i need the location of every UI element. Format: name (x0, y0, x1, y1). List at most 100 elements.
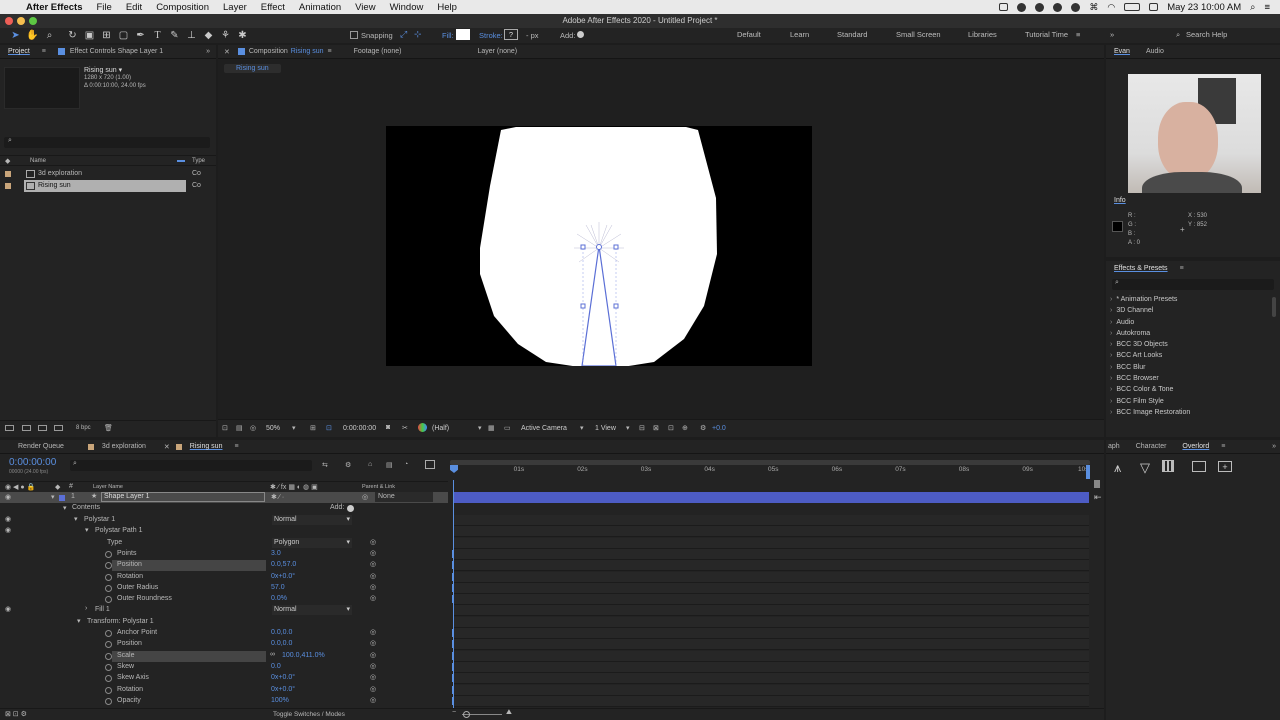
effect-category[interactable]: BCC Image Restoration (1106, 407, 1272, 418)
wifi-icon[interactable]: ◠ (1107, 2, 1115, 13)
creative-cloud-icon[interactable] (1035, 2, 1045, 12)
type-tool-icon[interactable]: T (150, 29, 165, 42)
timeline-property-row[interactable] (453, 571, 1089, 583)
work-area-end-marker[interactable] (1086, 465, 1090, 479)
property-value[interactable]: 57.0 (271, 584, 285, 591)
tab-layer[interactable]: Layer (none) (469, 48, 525, 55)
project-item-selected[interactable]: Rising sun Co (0, 180, 216, 192)
search-help-input[interactable]: Search Help (1186, 30, 1227, 39)
screen-icon[interactable] (999, 3, 1009, 11)
camera-tool-icon[interactable]: ▣ (82, 29, 97, 42)
reset-exposure-icon[interactable]: ⊕ (682, 424, 688, 432)
workspace-default[interactable]: Default (737, 30, 761, 39)
tab-render-queue[interactable]: Render Queue (10, 443, 72, 450)
workspace-small-screen[interactable]: Small Screen (896, 30, 941, 39)
snapping-checkbox[interactable] (350, 31, 358, 39)
property-row[interactable]: ▾ Transform: Polystar 1 (0, 617, 448, 628)
overlord-menu-icon[interactable]: ≡ (1221, 443, 1225, 450)
display-icon[interactable] (1149, 3, 1159, 11)
menu-file[interactable]: File (97, 2, 112, 13)
effect-category[interactable]: BCC Film Style (1106, 396, 1272, 407)
composition-mini-flowchart-icon[interactable]: ⇆ (322, 461, 328, 469)
expression-pickwhip-icon[interactable]: ◎ (370, 549, 376, 557)
selection-tool-icon[interactable]: ➤ (8, 29, 23, 42)
timeline-property-row[interactable] (453, 650, 1089, 662)
panel-overflow-icon[interactable]: » (206, 48, 216, 55)
close-window-icon[interactable] (5, 17, 13, 25)
stopwatch-icon[interactable] (105, 641, 112, 649)
effect-category[interactable]: Audio (1106, 317, 1272, 328)
stopwatch-icon[interactable] (105, 686, 112, 694)
view-dropdown[interactable]: 1 View (595, 425, 616, 432)
timeline-search-input[interactable]: ⌕ (70, 460, 312, 471)
stopwatch-icon[interactable] (105, 584, 112, 592)
tab-graph[interactable]: aph (1106, 443, 1128, 450)
timeline-property-row[interactable] (453, 695, 1089, 707)
tab-info[interactable]: Info (1106, 197, 1134, 204)
timeline-menu-icon[interactable]: ≡ (234, 443, 238, 450)
timeline-property-row[interactable] (453, 661, 1089, 673)
exposure-value[interactable]: +0.0 (712, 425, 726, 432)
effect-category[interactable]: BCC Browser (1106, 373, 1272, 384)
stroke-swatch[interactable]: ? (504, 29, 518, 40)
stopwatch-icon[interactable] (105, 562, 112, 570)
interpret-footage-icon[interactable] (5, 425, 14, 431)
property-value[interactable]: 100% (271, 697, 289, 704)
expression-pickwhip-icon[interactable]: ◎ (370, 651, 376, 659)
timeline-timecode[interactable]: 0:00:00:00 (9, 457, 56, 468)
property-row[interactable]: Outer Roundness 0.0% ◎ (0, 594, 448, 605)
timeline-property-row[interactable] (453, 594, 1089, 606)
property-row[interactable]: ◉ ▾ Polystar 1 Normal ▾ (0, 515, 448, 526)
snapshot-icon[interactable]: ◙ (386, 424, 390, 431)
layer-switches[interactable]: ✱ ∕ · (271, 493, 284, 501)
label-swatch[interactable] (5, 183, 11, 189)
property-value[interactable]: 0x+0.0° (271, 686, 295, 693)
snap-feature-icon[interactable]: ⊹ (414, 29, 422, 40)
timeline-property-row[interactable] (453, 560, 1089, 572)
roto-brush-tool-icon[interactable]: ⚘ (218, 29, 233, 42)
frame-blending-icon[interactable]: ▤ (386, 461, 393, 469)
expression-pickwhip-icon[interactable]: ◎ (370, 673, 376, 681)
work-area-bar[interactable] (450, 460, 1090, 465)
effect-controls-lock-icon[interactable] (57, 48, 65, 55)
pull-from-ae-icon[interactable]: ▽ (1140, 460, 1150, 476)
fast-preview-icon[interactable]: ▤ (236, 424, 243, 432)
menu-edit[interactable]: Edit (126, 2, 142, 13)
stopwatch-icon[interactable] (105, 697, 112, 705)
comp-timecode[interactable]: 0:00:00:00 (343, 425, 376, 432)
project-search-input[interactable]: ⌕ (4, 137, 210, 148)
col-parent-link[interactable]: Parent & Link (362, 484, 395, 490)
expand-layer-icon[interactable]: ▾ (51, 493, 55, 501)
property-row[interactable]: Skew Axis 0x+0.0° ◎ (0, 673, 448, 684)
hand-tool-icon[interactable]: ✋ (25, 29, 40, 42)
add-circle-icon[interactable] (577, 31, 584, 38)
fill-label[interactable]: Fill: (442, 31, 454, 40)
layer-end-marker-icon[interactable]: ⇤ (1094, 492, 1102, 503)
tab-footage[interactable]: Footage (none) (346, 48, 410, 55)
expression-pickwhip-icon[interactable]: ◎ (370, 639, 376, 647)
push-to-ae-icon[interactable]: ⩚ (1114, 460, 1121, 476)
graph-editor-icon[interactable] (425, 460, 435, 469)
stopwatch-icon[interactable] (105, 573, 112, 581)
trash-icon[interactable]: 🗑 (104, 424, 113, 432)
expand-icon[interactable]: ▾ (74, 515, 78, 523)
tab-character[interactable]: Character (1128, 443, 1175, 450)
zoom-slider-handle[interactable] (463, 711, 470, 718)
clone-stamp-tool-icon[interactable]: ⊥ (184, 29, 199, 42)
mask-visibility-icon[interactable]: ◎ (250, 424, 256, 432)
pen-tool-icon[interactable]: ✒ (133, 29, 148, 42)
label-swatch[interactable] (5, 171, 11, 177)
property-row[interactable]: Skew 0.0 ◎ (0, 662, 448, 673)
add-artboard-icon[interactable]: + (1218, 461, 1232, 472)
menu-app-name[interactable]: After Effects (26, 2, 83, 13)
stopwatch-icon[interactable] (105, 630, 112, 637)
new-folder-icon[interactable] (22, 425, 31, 431)
close-tab-icon[interactable]: ✕ (224, 48, 230, 56)
property-value[interactable]: 0x+0.0° (271, 674, 295, 681)
property-dropdown[interactable]: Normal ▾ (272, 605, 352, 616)
tab-composition-name[interactable]: Rising sun (291, 48, 324, 55)
show-channel-icon[interactable]: ✂ (402, 424, 408, 432)
menu-help[interactable]: Help (437, 2, 457, 13)
workspace-tutorial-time[interactable]: Tutorial Time (1025, 30, 1068, 39)
tab-overlord[interactable]: Overlord (1174, 443, 1217, 450)
